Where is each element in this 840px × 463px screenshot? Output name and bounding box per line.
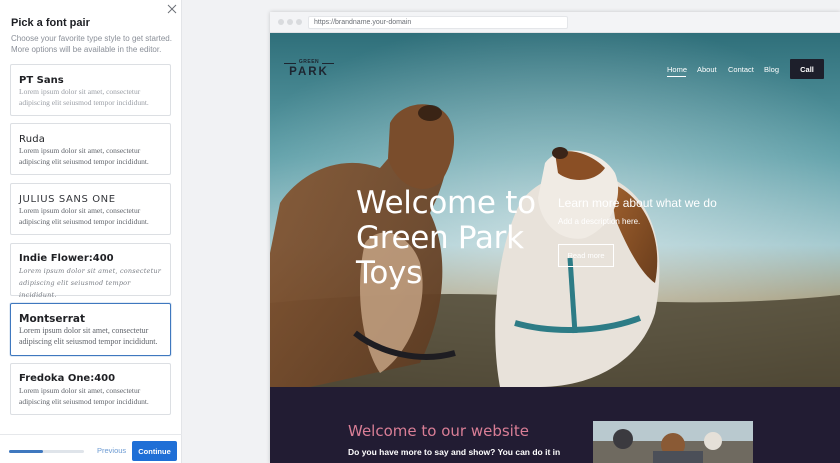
hero-title: Welcome to Green Park Toys bbox=[356, 185, 536, 291]
font-option-sample: Lorem ipsum dolor sit amet, consectetur … bbox=[19, 386, 149, 406]
website-preview: https://brandname.your-domain GREEN PARK… bbox=[270, 12, 840, 463]
nav-blog[interactable]: Blog bbox=[764, 65, 779, 74]
nav-contact[interactable]: Contact bbox=[728, 65, 754, 74]
footer-divider bbox=[0, 434, 182, 435]
section-text: Do you have more to say and show? You ca… bbox=[348, 447, 561, 457]
nav-active-indicator bbox=[667, 76, 686, 77]
call-button[interactable]: Call bbox=[790, 59, 824, 79]
nav-home[interactable]: Home bbox=[667, 65, 687, 74]
font-option-montserrat[interactable]: Montserrat Lorem ipsum dolor sit amet, c… bbox=[10, 303, 171, 356]
logo-small-text: GREEN bbox=[298, 59, 320, 65]
font-option-sample: Lorem ipsum dolor sit amet, consectetur … bbox=[19, 206, 149, 226]
font-option-name: Fredoka One:400 bbox=[19, 373, 116, 384]
font-option-julius-sans-one[interactable]: JULIUS SANS ONE Lorem ipsum dolor sit am… bbox=[10, 183, 171, 235]
window-dot-icon bbox=[296, 19, 302, 25]
progress-bar-fill bbox=[9, 450, 43, 453]
read-more-button[interactable]: Read more bbox=[558, 244, 614, 267]
section-photo bbox=[593, 421, 753, 463]
font-option-name: PT Sans bbox=[19, 75, 64, 86]
close-icon[interactable] bbox=[166, 3, 178, 15]
progress-bar bbox=[9, 450, 84, 453]
continue-button[interactable]: Continue bbox=[132, 441, 177, 461]
font-option-sample: Lorem ipsum dolor sit amet, consectetur … bbox=[19, 146, 149, 166]
address-bar[interactable]: https://brandname.your-domain bbox=[308, 16, 568, 29]
font-option-name: Ruda bbox=[19, 134, 46, 145]
font-pair-panel: Pick a font pair Choose your favorite ty… bbox=[0, 0, 182, 463]
font-option-sample: Lorem ipsum dolor sit amet, consectetur … bbox=[19, 87, 149, 107]
font-option-pt-sans[interactable]: PT Sans Lorem ipsum dolor sit amet, cons… bbox=[10, 64, 171, 116]
font-option-name: Indie Flower:400 bbox=[19, 253, 114, 264]
section-title: Welcome to our website bbox=[348, 422, 529, 440]
font-option-fredoka-one[interactable]: Fredoka One:400 Lorem ipsum dolor sit am… bbox=[10, 363, 171, 415]
panel-title: Pick a font pair bbox=[11, 17, 90, 29]
font-option-name: JULIUS SANS ONE bbox=[19, 194, 116, 205]
panel-subtitle: Choose your favorite type style to get s… bbox=[11, 34, 172, 54]
window-dot-icon bbox=[287, 19, 293, 25]
nav-about[interactable]: About bbox=[697, 65, 717, 74]
font-option-sample: Lorem ipsum dolor sit amet, consectetur … bbox=[19, 267, 162, 299]
logo-big-text: PARK bbox=[289, 66, 329, 78]
site-logo[interactable]: GREEN PARK bbox=[280, 59, 338, 81]
hero-description: Add a description here. bbox=[558, 217, 641, 226]
previous-button[interactable]: Previous bbox=[97, 446, 126, 455]
font-option-indie-flower[interactable]: Indie Flower:400 Lorem ipsum dolor sit a… bbox=[10, 243, 171, 299]
welcome-section: Welcome to our website Do you have more … bbox=[270, 387, 840, 463]
browser-toolbar: https://brandname.your-domain bbox=[270, 12, 840, 33]
font-option-ruda[interactable]: Ruda Lorem ipsum dolor sit amet, consect… bbox=[10, 123, 171, 175]
hero-subtitle: Learn more about what we do bbox=[558, 196, 717, 210]
font-option-name: Montserrat bbox=[19, 313, 85, 325]
font-option-sample: Lorem ipsum dolor sit amet, consectetur … bbox=[19, 326, 158, 346]
window-dot-icon bbox=[278, 19, 284, 25]
hero-section: GREEN PARK Home About Contact Blog Call … bbox=[270, 33, 840, 387]
